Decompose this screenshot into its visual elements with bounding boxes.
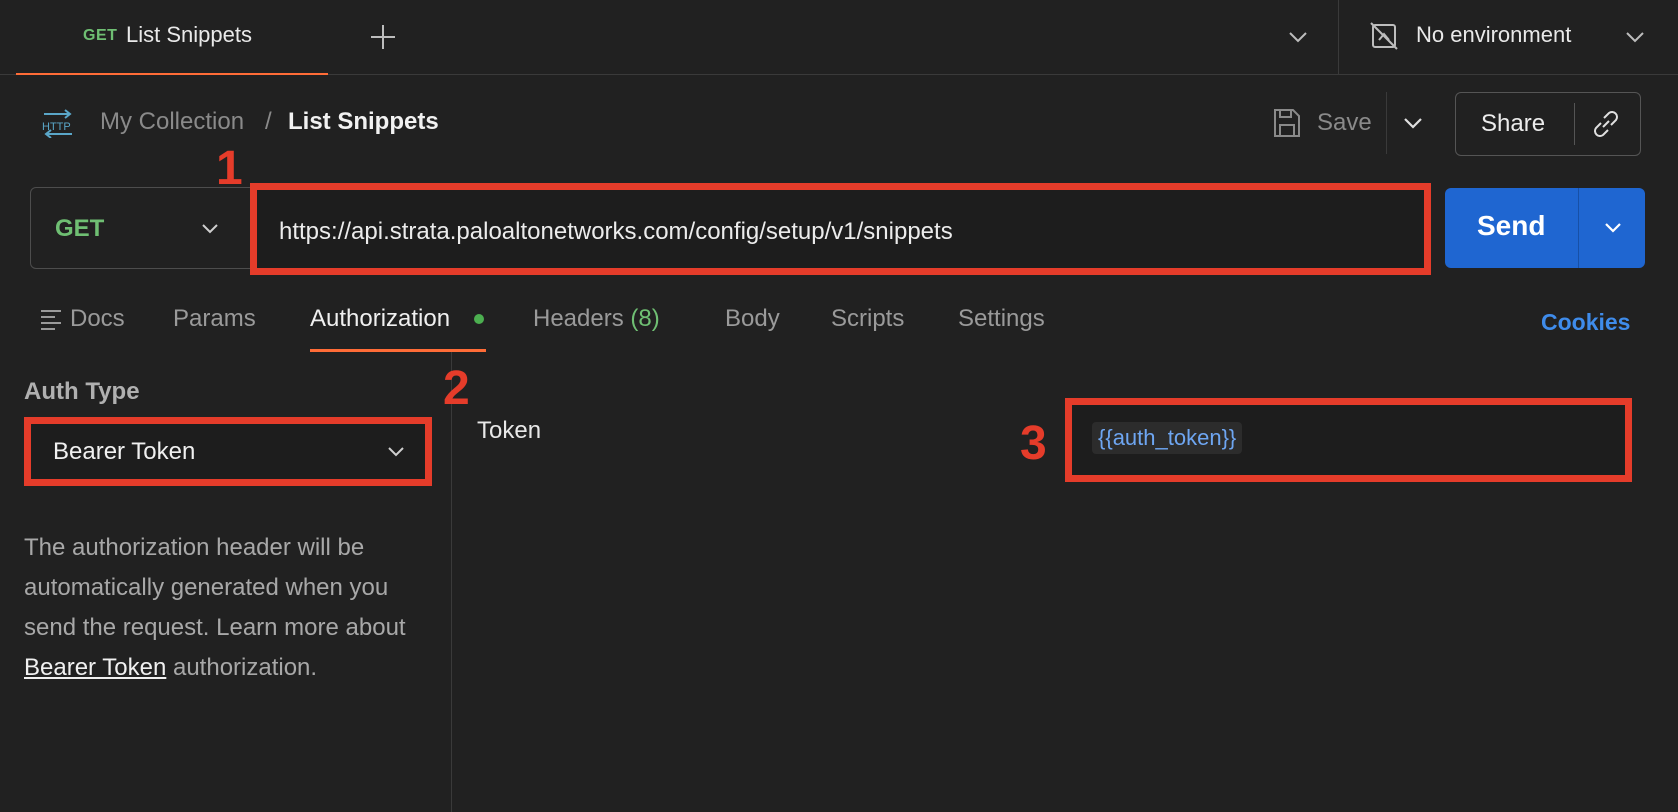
send-button-label: Send <box>1477 210 1546 241</box>
auth-type-select-value: Bearer Token <box>53 438 196 465</box>
token-input[interactable]: {{auth_token}} <box>1065 398 1632 482</box>
tab-settings[interactable]: Settings <box>958 305 1045 333</box>
tabs-chevron-down-icon[interactable] <box>1283 22 1313 52</box>
save-icon[interactable] <box>1272 107 1302 139</box>
send-button[interactable]: Send <box>1445 188 1645 268</box>
auth-type-heading: Auth Type <box>24 378 140 405</box>
token-variable-chip: {{auth_token}} <box>1092 422 1243 454</box>
url-input-value: https://api.strata.paloaltonetworks.com/… <box>279 218 953 245</box>
environment-selector-label[interactable]: No environment <box>1416 22 1571 48</box>
breadcrumb-request-name[interactable]: List Snippets <box>288 108 439 136</box>
save-button[interactable]: Save <box>1317 109 1372 137</box>
auth-type-select[interactable]: Bearer Token <box>24 417 432 486</box>
share-button-label: Share <box>1481 110 1546 137</box>
tab-body[interactable]: Body <box>725 305 780 333</box>
method-select[interactable]: GET <box>30 187 255 269</box>
send-options-chevron-down-icon[interactable] <box>1598 212 1628 242</box>
share-button[interactable]: Share <box>1455 92 1641 156</box>
tab-scripts[interactable]: Scripts <box>831 305 904 333</box>
auth-type-chevron-down-icon <box>383 438 409 464</box>
url-input[interactable]: https://api.strata.paloaltonetworks.com/… <box>250 183 1431 275</box>
send-divider <box>1578 188 1579 268</box>
docs-lines-icon <box>40 308 62 330</box>
annotation-number-1: 1 <box>216 142 243 195</box>
method-select-value: GET <box>55 215 105 242</box>
tab-docs[interactable]: Docs <box>70 305 125 333</box>
no-environment-icon <box>1368 20 1400 52</box>
active-tab-indicator <box>310 349 486 352</box>
breadcrumb-separator: / <box>265 108 272 135</box>
http-request-icon: HTTP <box>40 108 76 138</box>
auth-help-prefix: The authorization header will be automat… <box>24 534 406 641</box>
save-options-chevron-down-icon[interactable] <box>1398 108 1428 138</box>
auth-help-suffix: authorization. <box>166 654 318 681</box>
request-tab-list-snippets[interactable]: GET List Snippets <box>16 0 328 75</box>
environment-chevron-down-icon[interactable] <box>1620 22 1650 52</box>
bearer-token-docs-link[interactable]: Bearer Token <box>24 654 166 681</box>
cookies-link[interactable]: Cookies <box>1541 309 1630 336</box>
tab-params[interactable]: Params <box>173 305 256 333</box>
breadcrumb-collection[interactable]: My Collection <box>100 108 244 136</box>
tab-headers[interactable]: Headers (8) <box>533 305 660 333</box>
headers-count-badge: (8) <box>630 305 660 332</box>
svg-text:HTTP: HTTP <box>42 121 71 133</box>
request-tab-title: List Snippets <box>126 22 252 47</box>
share-divider <box>1574 103 1575 145</box>
tab-headers-label: Headers <box>533 305 624 332</box>
tab-authorization[interactable]: Authorization <box>310 305 450 333</box>
new-tab-plus-icon[interactable] <box>368 22 398 52</box>
request-tab-method: GET <box>83 27 118 44</box>
environment-divider <box>1338 0 1339 75</box>
annotation-number-3: 3 <box>1020 417 1047 470</box>
auth-help-text: The authorization header will be automat… <box>24 528 434 688</box>
authorization-active-dot <box>474 314 484 324</box>
annotation-number-2: 2 <box>443 362 470 415</box>
copy-link-icon[interactable] <box>1589 107 1623 141</box>
token-label: Token <box>477 417 542 444</box>
auth-panel-divider <box>451 352 452 812</box>
method-chevron-down-icon <box>196 214 224 242</box>
save-divider <box>1386 92 1387 154</box>
